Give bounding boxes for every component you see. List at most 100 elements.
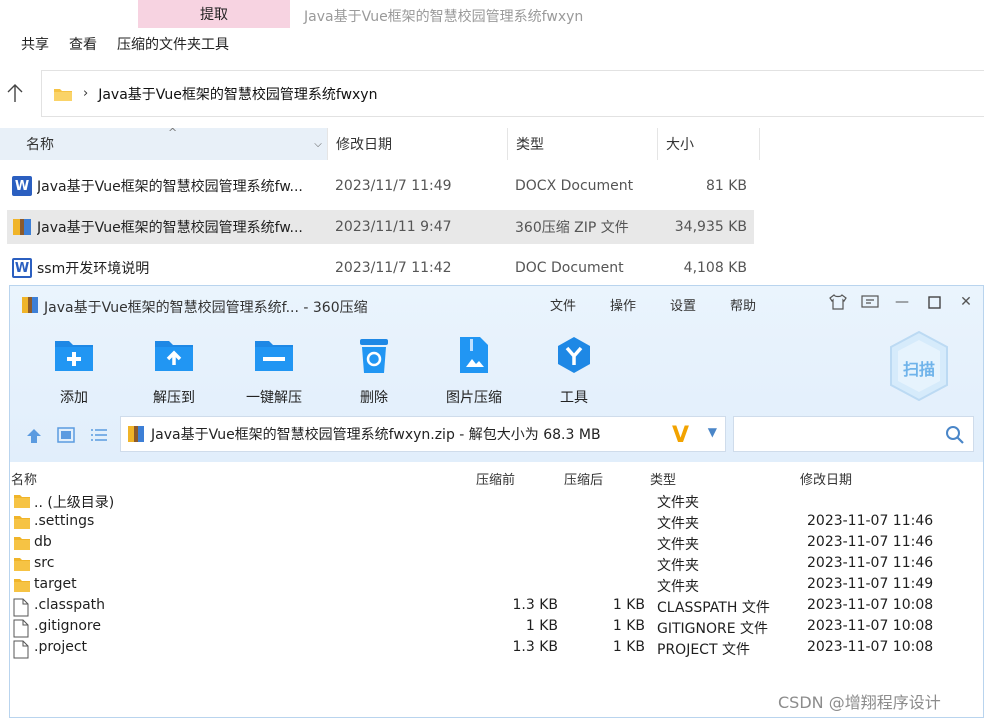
toolbar-label: 图片压缩: [446, 390, 502, 406]
entry-size-before: 1.3 KB: [512, 639, 559, 655]
extract-to-icon: [152, 334, 196, 376]
sort-ascending-icon: ^: [168, 126, 178, 139]
breadcrumb-path[interactable]: Java基于Vue框架的智慧校园管理系统fwxyn: [98, 84, 377, 104]
zip-column-date[interactable]: 修改日期: [800, 469, 852, 488]
file-row[interactable]: W Java基于Vue框架的智慧校园管理系统fw... 2023/11/7 11…: [7, 169, 754, 203]
zip-entry-row[interactable]: .project 1.3 KB 1 KB PROJECT 文件 2023-11-07 1…: [10, 638, 983, 659]
entry-type: CLASSPATH 文件: [657, 600, 770, 616]
entry-type: 文件夹: [657, 495, 699, 511]
scan-button[interactable]: 扫描: [888, 330, 950, 402]
menu-operation[interactable]: 操作: [610, 295, 670, 314]
entry-name: .project: [34, 639, 88, 655]
ribbon-tab-view[interactable]: 查看: [69, 34, 97, 58]
add-button[interactable]: 添加: [29, 334, 119, 407]
entry-name: .. (上级目录): [34, 495, 115, 511]
zip-entry-row[interactable]: .. (上级目录) 文件夹: [10, 491, 983, 512]
entry-type: 文件夹: [657, 558, 699, 574]
file-row-selected[interactable]: Java基于Vue框架的智慧校园管理系统fw... 2023/11/11 9:4…: [7, 210, 754, 244]
entry-date: 2023-11-07 10:08: [807, 639, 934, 655]
skin-icon[interactable]: [822, 292, 854, 312]
ribbon-context-tab-extract[interactable]: 提取: [138, 0, 290, 28]
verified-v-icon[interactable]: V: [672, 423, 689, 448]
one-click-extract-button[interactable]: 一键解压: [229, 334, 319, 407]
breadcrumb-chevron-icon[interactable]: ›: [83, 86, 88, 101]
ribbon-tab-compressed-tools[interactable]: 压缩的文件夹工具: [117, 34, 229, 58]
zip-entry-row[interactable]: .settings 文件夹 2023-11-07 11:46: [10, 512, 983, 533]
entry-name: .gitignore: [34, 618, 101, 634]
delete-icon: [352, 334, 396, 376]
add-icon: [52, 334, 96, 376]
zip-archive-icon: [128, 426, 144, 442]
zip-entry-row[interactable]: .gitignore 1 KB 1 KB GITIGNORE 文件 2023-11-07…: [10, 617, 983, 638]
entry-date: 2023-11-07 10:08: [807, 618, 934, 634]
toolbar-label: 删除: [360, 390, 388, 406]
image-compress-icon: [452, 334, 496, 376]
feedback-icon[interactable]: [854, 292, 886, 312]
entry-size-before: 1 KB: [525, 618, 558, 634]
file-name: Java基于Vue框架的智慧校园管理系统fw...: [37, 179, 303, 195]
entry-size-after: 1 KB: [612, 597, 645, 613]
entry-name: .classpath: [34, 597, 106, 613]
toolbar-label: 添加: [60, 390, 88, 406]
thumbnail-view-icon[interactable]: [57, 427, 75, 443]
entry-name: .settings: [34, 513, 95, 529]
word-docx-icon: W: [11, 176, 33, 196]
extract-to-button[interactable]: 解压到: [129, 334, 219, 407]
close-icon[interactable]: ✕: [950, 292, 982, 312]
ribbon-tabs: 共享 查看 压缩的文件夹工具: [0, 34, 241, 58]
toolbar-label: 工具: [560, 390, 588, 406]
column-header-date[interactable]: 修改日期: [328, 128, 508, 160]
menu-help[interactable]: 帮助: [730, 295, 790, 314]
zip-app-icon: [22, 297, 38, 313]
entry-type: 文件夹: [657, 579, 699, 595]
zip-window-title: Java基于Vue框架的智慧校园管理系统f... - 360压缩: [44, 300, 368, 316]
zip-entry-row[interactable]: .classpath 1.3 KB 1 KB CLASSPATH 文件 2023-11-…: [10, 596, 983, 617]
up-directory-icon[interactable]: [25, 427, 43, 445]
maximize-icon[interactable]: [918, 292, 950, 312]
column-header-size[interactable]: 大小: [658, 128, 760, 160]
zip-search-input[interactable]: [733, 416, 974, 452]
column-header-name[interactable]: ^ 名称 ⌵: [0, 126, 328, 160]
tools-icon: [552, 334, 596, 376]
entry-date: 2023-11-07 11:46: [807, 534, 934, 550]
entry-date: 2023-11-07 11:46: [807, 555, 934, 571]
image-compress-button[interactable]: 图片压缩: [429, 334, 519, 407]
menu-file[interactable]: 文件: [550, 295, 610, 314]
chevron-down-icon[interactable]: ▼: [708, 425, 717, 439]
entry-name: target: [34, 576, 77, 592]
zip-column-before[interactable]: 压缩前: [476, 469, 515, 488]
list-view-icon[interactable]: [90, 427, 108, 443]
up-arrow-icon[interactable]: [4, 82, 26, 104]
entry-name: src: [34, 555, 55, 571]
folder-icon: [54, 88, 72, 101]
file-date: 2023/11/11 9:47: [335, 219, 452, 235]
chevron-down-icon[interactable]: ⌵: [309, 128, 327, 160]
file-size: 81 KB: [705, 178, 747, 194]
window-controls: — ✕: [822, 292, 982, 312]
search-icon[interactable]: [945, 425, 965, 445]
menu-settings[interactable]: 设置: [670, 295, 730, 314]
address-bar[interactable]: › Java基于Vue框架的智慧校园管理系统fwxyn: [41, 70, 984, 117]
minimize-icon[interactable]: —: [886, 292, 918, 312]
entry-date: 2023-11-07 11:49: [807, 576, 934, 592]
zip-column-type[interactable]: 类型: [650, 469, 676, 488]
tools-button[interactable]: 工具: [529, 334, 619, 407]
zip-entry-row[interactable]: db 文件夹 2023-11-07 11:46: [10, 533, 983, 554]
zip-entry-row[interactable]: target 文件夹 2023-11-07 11:49: [10, 575, 983, 596]
window-title: Java基于Vue框架的智慧校园管理系统fwxyn: [304, 9, 584, 25]
delete-button[interactable]: 删除: [329, 334, 419, 407]
column-header-name-label: 名称: [26, 137, 54, 153]
zip-column-after[interactable]: 压缩后: [564, 469, 603, 488]
column-header-type[interactable]: 类型: [508, 128, 658, 160]
ribbon-tab-share[interactable]: 共享: [21, 34, 49, 58]
entry-name: db: [34, 534, 52, 550]
one-click-extract-icon: [252, 334, 296, 376]
file-row[interactable]: W ssm开发环境说明 2023/11/7 11:42 DOC Document…: [7, 251, 754, 285]
zip-column-name[interactable]: 名称: [11, 469, 37, 488]
file-type: 360压缩 ZIP 文件: [515, 220, 629, 236]
zip-archive-icon: [11, 217, 33, 237]
zip-entry-row[interactable]: src 文件夹 2023-11-07 11:46: [10, 554, 983, 575]
zip-address-bar[interactable]: Java基于Vue框架的智慧校园管理系统fwxyn.zip - 解包大小为 68…: [120, 416, 726, 452]
file-type: DOCX Document: [515, 178, 634, 194]
zip-list-header: 名称 压缩前 压缩后 类型 修改日期: [10, 469, 983, 489]
